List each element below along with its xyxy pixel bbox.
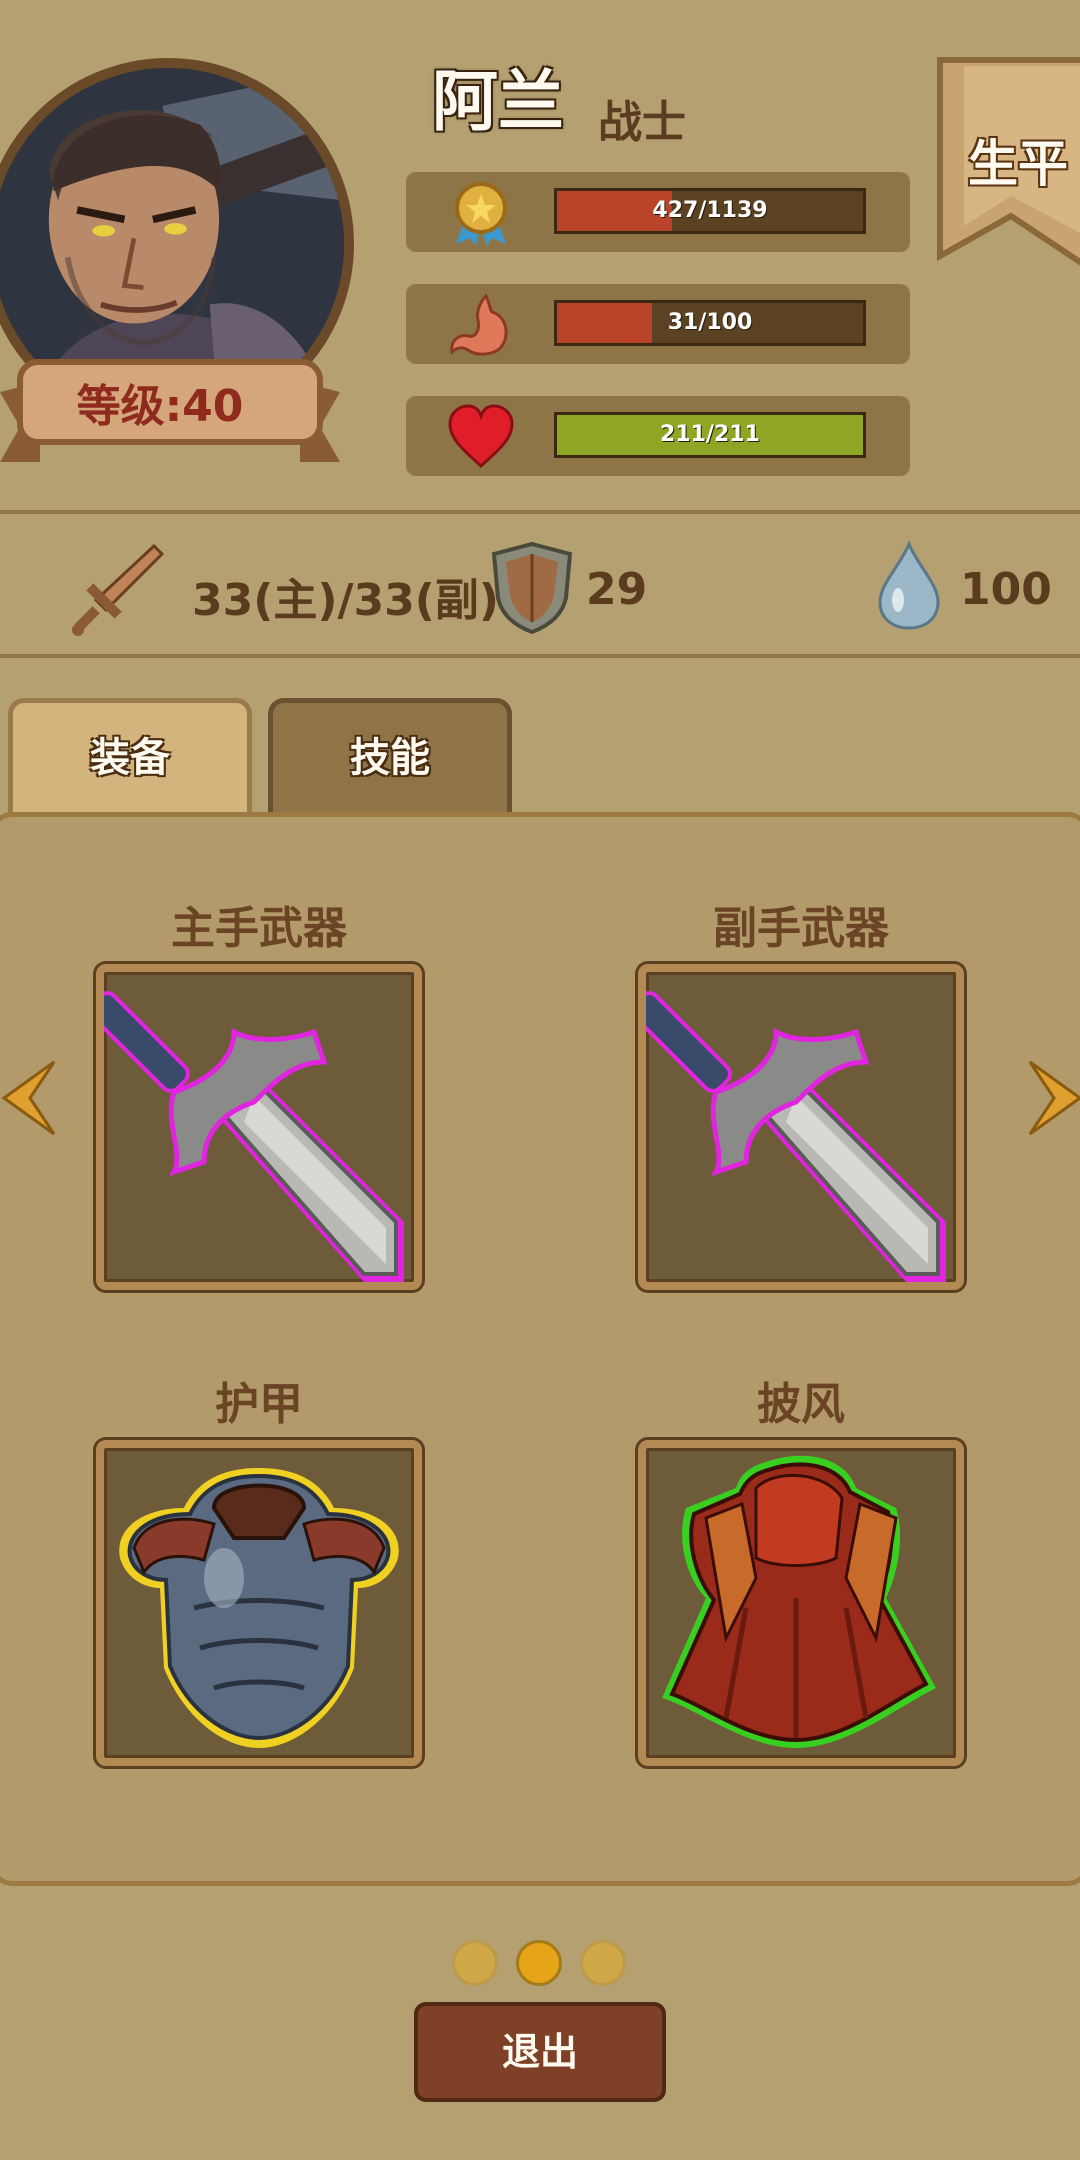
page-dot-1[interactable] — [452, 1940, 498, 1986]
exit-button[interactable]: 退出 — [414, 2002, 666, 2102]
tab-equipment[interactable]: 装备 — [8, 698, 252, 818]
medal-icon — [455, 182, 507, 246]
chest-armor-icon — [119, 1468, 399, 1748]
chevron-right-icon[interactable] — [1024, 1058, 1080, 1138]
hero-name: 阿兰 — [432, 63, 564, 140]
sword-item-icon — [646, 991, 946, 1282]
experience-value: 427/1139 — [652, 198, 768, 223]
level-label: 等级:40 — [76, 381, 244, 432]
health-value: 211/211 — [660, 422, 760, 447]
defense-value: 29 — [586, 564, 648, 615]
shield-icon — [491, 541, 573, 634]
divider-bottom — [0, 654, 1080, 658]
armor-slot[interactable] — [96, 1440, 422, 1766]
main-weapon-label: 主手武器 — [171, 903, 347, 954]
water-drop-icon — [878, 540, 940, 630]
off-weapon-label: 副手武器 — [713, 903, 889, 954]
health-bar: 211/211 — [554, 412, 866, 458]
sword-item-icon — [104, 991, 404, 1282]
stomach-icon — [450, 293, 508, 356]
heart-icon — [448, 404, 514, 469]
cloak-icon — [662, 1455, 936, 1748]
cloak-label: 披风 — [757, 1379, 845, 1430]
biography-button[interactable]: 生平 — [968, 124, 1068, 196]
sword-icon — [72, 543, 165, 636]
experience-bar: 427/1139 — [554, 188, 866, 234]
divider-top — [0, 510, 1080, 514]
attack-value: 33(主)/33(副) — [192, 575, 499, 626]
page-dot-2[interactable] — [516, 1940, 562, 1986]
cloak-slot[interactable] — [638, 1440, 964, 1766]
off-weapon-slot[interactable] — [638, 964, 964, 1290]
hero-class: 战士 — [598, 97, 686, 148]
page-dot-3[interactable] — [580, 1940, 626, 1986]
hunger-value: 31/100 — [667, 310, 753, 335]
main-weapon-slot[interactable] — [96, 964, 422, 1290]
stat-row-experience: 427/1139 — [406, 172, 910, 252]
hunger-bar: 31/100 — [554, 300, 866, 346]
armor-label: 护甲 — [215, 1379, 303, 1430]
chevron-left-icon[interactable] — [0, 1058, 60, 1138]
stat-row-hunger: 31/100 — [406, 284, 910, 364]
water-value: 100 — [960, 564, 1052, 615]
stat-row-health: 211/211 — [406, 396, 910, 476]
tab-skills[interactable]: 技能 — [268, 698, 512, 818]
